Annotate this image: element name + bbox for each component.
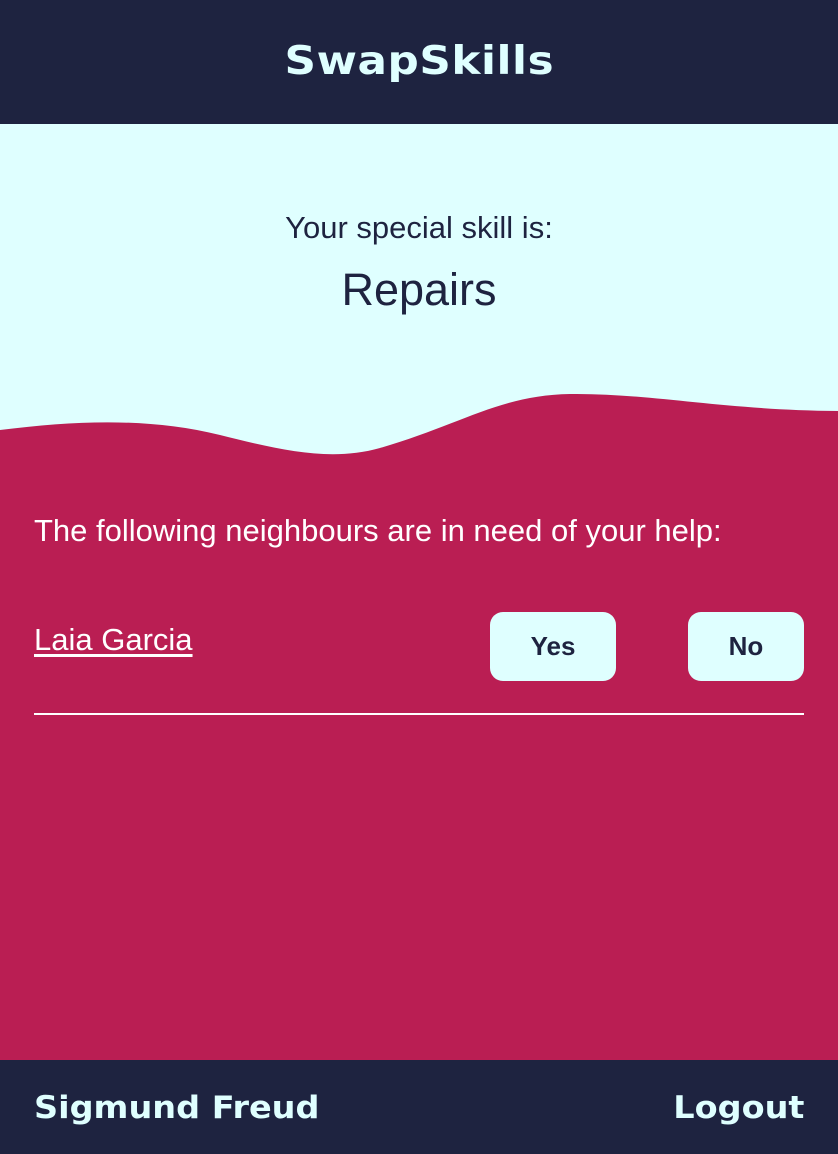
skill-intro-text: Your special skill is:: [285, 210, 553, 245]
yes-button[interactable]: Yes: [490, 612, 616, 681]
app-footer: Sigmund Freud Logout: [0, 1060, 838, 1154]
neighbour-link[interactable]: Laia Garcia: [34, 622, 193, 658]
page: SwapSkills Your special skill is: Repair…: [0, 0, 838, 1154]
requests-intro-text: The following neighbours are in need of …: [34, 513, 722, 548]
app-header: SwapSkills: [0, 0, 838, 124]
user-name: Sigmund Freud: [34, 1090, 320, 1126]
requests-section: [0, 460, 838, 1060]
request-row: Laia Garcia Yes No: [34, 611, 804, 715]
wave-divider: [0, 393, 838, 470]
logout-button[interactable]: Logout: [673, 1090, 804, 1126]
no-button[interactable]: No: [688, 612, 804, 681]
app-title: SwapSkills: [284, 38, 554, 84]
skill-section: Your special skill is: Repairs: [0, 124, 838, 424]
skill-name: Repairs: [341, 264, 497, 315]
